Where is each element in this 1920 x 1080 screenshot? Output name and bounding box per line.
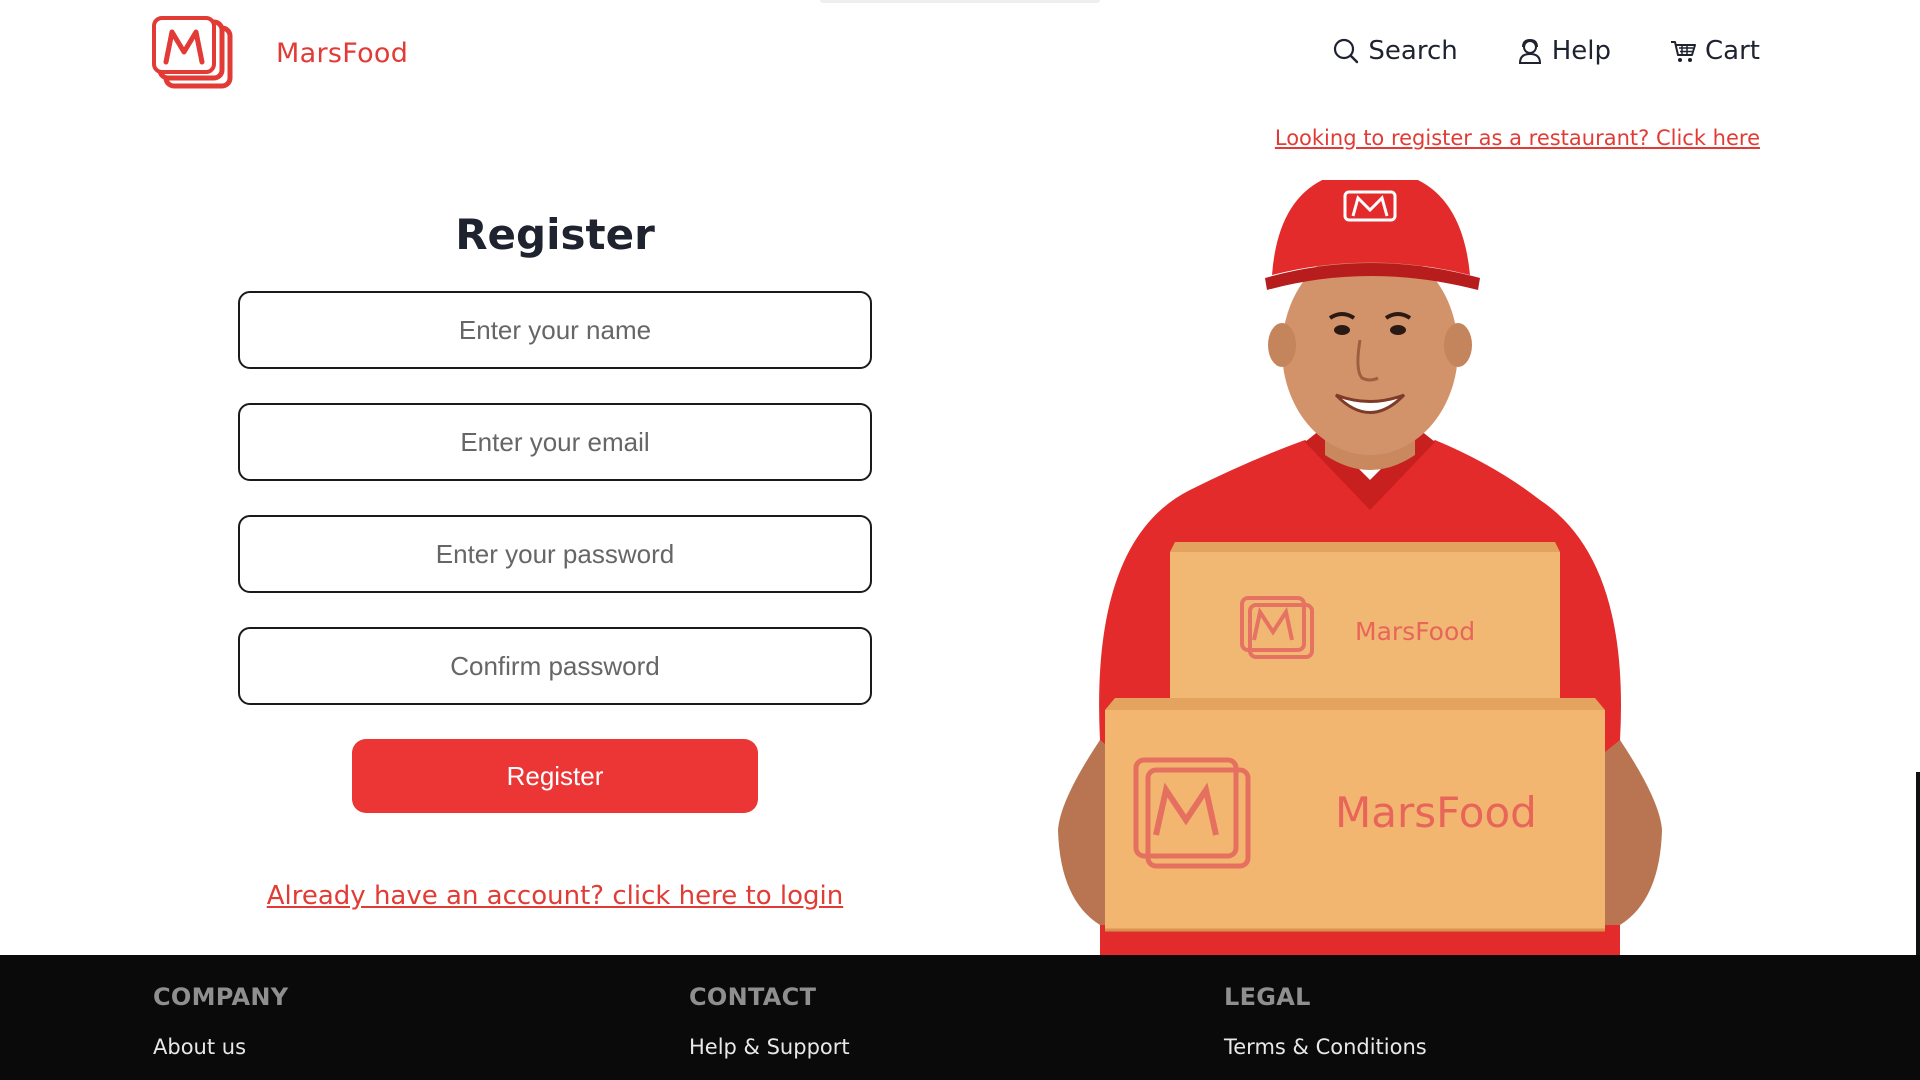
register-button[interactable]: Register (352, 739, 758, 813)
large-box-label: MarsFood (1335, 788, 1537, 837)
footer-contact-heading: CONTACT (689, 983, 817, 1011)
nav-search-label: Search (1368, 36, 1458, 66)
footer-company: COMPANY About us (153, 983, 288, 1059)
restaurant-register-link[interactable]: Looking to register as a restaurant? Cli… (1275, 126, 1760, 150)
site-footer: COMPANY About us CONTACT Help & Support … (0, 955, 1920, 1080)
email-field[interactable] (238, 403, 872, 481)
nav-cart-label: Cart (1705, 36, 1760, 66)
top-shadow-decoration (820, 0, 1100, 3)
top-nav: Search Help Cart (1332, 36, 1760, 66)
search-icon (1334, 38, 1359, 64)
login-link[interactable]: Already have an account? click here to l… (267, 881, 844, 911)
nav-help-label: Help (1551, 36, 1612, 66)
brand-name: MarsFood (276, 37, 409, 69)
marsfood-logo-icon (152, 16, 233, 89)
footer-contact: CONTACT Help & Support (689, 983, 850, 1059)
nav-search[interactable]: Search (1332, 36, 1458, 66)
right-edge-bar (1916, 772, 1920, 955)
site-header: MarsFood Search Help Cart (0, 0, 1920, 110)
user-help-icon (1518, 38, 1541, 64)
red-cap (1272, 180, 1470, 275)
confirm-password-field[interactable] (238, 627, 872, 705)
page-title: Register (455, 210, 655, 259)
footer-legal-heading: LEGAL (1224, 983, 1311, 1011)
footer-about-link[interactable]: About us (153, 1035, 288, 1059)
footer-company-heading: COMPANY (153, 983, 289, 1011)
password-field[interactable] (238, 515, 872, 593)
register-form: Register Register Already have an accoun… (238, 210, 872, 911)
footer-legal: LEGAL Terms & Conditions (1224, 983, 1427, 1059)
cart-icon (1671, 41, 1697, 62)
name-field[interactable] (238, 291, 872, 369)
delivery-person-image: MarsFood MarsFood (1058, 180, 1662, 955)
small-box-label: MarsFood (1355, 617, 1475, 646)
nav-cart[interactable]: Cart (1669, 36, 1760, 66)
nav-help[interactable]: Help (1516, 36, 1611, 66)
brand-home-link[interactable]: MarsFood (152, 16, 408, 90)
footer-terms-link[interactable]: Terms & Conditions (1224, 1035, 1427, 1059)
footer-help-link[interactable]: Help & Support (689, 1035, 850, 1059)
